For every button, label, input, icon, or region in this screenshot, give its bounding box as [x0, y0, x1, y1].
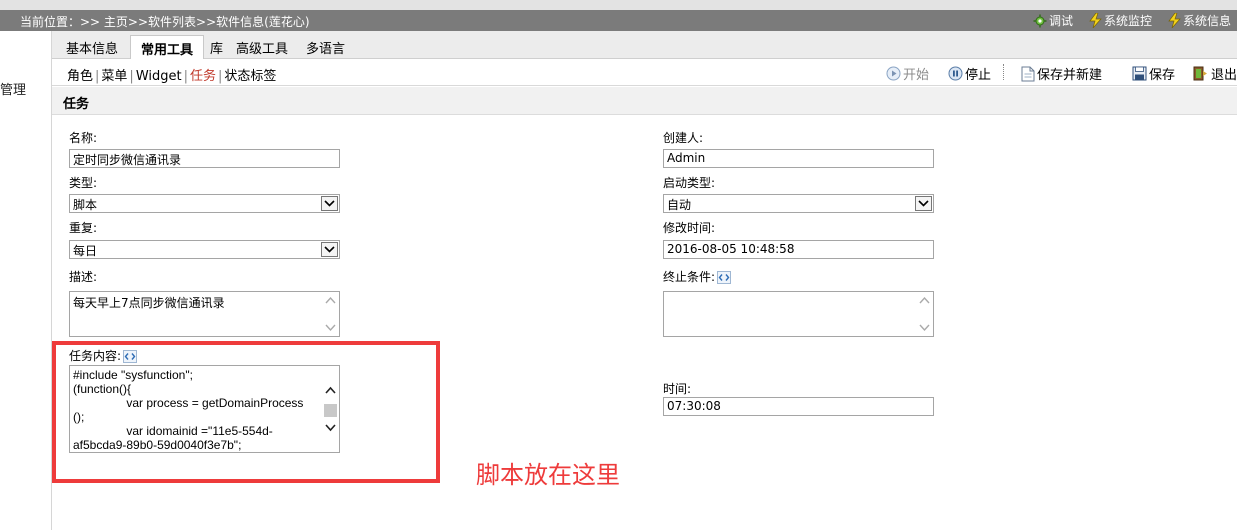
code-edit-icon[interactable]: [717, 271, 732, 284]
type-select[interactable]: 脚本: [69, 194, 340, 213]
exit-label: 退出: [1211, 68, 1237, 83]
type-select-value: 脚本: [73, 198, 98, 212]
exit-button[interactable]: 退出: [1193, 64, 1237, 83]
toolbar-divider: [1003, 64, 1004, 80]
name-input[interactable]: 定时同步微信通讯录: [69, 149, 340, 168]
pause-icon: [948, 66, 963, 81]
tab-advanced-tools[interactable]: 高级工具: [236, 38, 288, 57]
modified-time-label: 修改时间:: [663, 221, 716, 235]
end-condition-textarea[interactable]: [663, 291, 934, 337]
start-button[interactable]: 开始: [886, 64, 929, 83]
type-label: 类型:: [69, 176, 98, 190]
annotation-text: 脚本放在这里: [476, 461, 620, 489]
repeat-label: 重复:: [69, 221, 98, 235]
debug-link[interactable]: 调试: [1033, 12, 1073, 29]
breadcrumb: 当前位置：>> 主页>>软件列表>>软件信息(莲花心): [20, 15, 310, 29]
system-monitor-link[interactable]: 系统监控: [1089, 12, 1152, 29]
sidebar: 管理: [0, 31, 52, 530]
name-label: 名称:: [69, 131, 98, 145]
start-type-value: 自动: [667, 198, 692, 212]
scroll-up-icon[interactable]: [919, 296, 930, 305]
start-type-select[interactable]: 自动: [663, 194, 934, 213]
debug-gear-icon: [1033, 14, 1047, 27]
time-label: 时间:: [663, 382, 692, 396]
system-monitor-label: 系统监控: [1103, 14, 1152, 28]
chevron-down-icon[interactable]: [321, 242, 338, 257]
save-label: 保存: [1149, 68, 1176, 83]
tab-basic-info[interactable]: 基本信息: [66, 38, 118, 57]
scroll-down-icon[interactable]: [325, 323, 336, 332]
exit-door-icon: [1193, 66, 1207, 81]
stop-button[interactable]: 停止: [948, 64, 991, 83]
repeat-select-value: 每日: [73, 244, 98, 258]
new-document-icon: [1021, 66, 1035, 81]
repeat-select[interactable]: 每日: [69, 240, 340, 259]
tab-bar: 基本信息 常用工具 库 高级工具 多语言: [52, 31, 1237, 60]
description-textarea[interactable]: 每天早上7点同步微信通讯录: [69, 291, 340, 337]
description-scrollbar[interactable]: [322, 292, 339, 336]
save-and-new-label: 保存并新建: [1037, 68, 1103, 83]
start-label: 开始: [903, 68, 930, 83]
scroll-up-icon[interactable]: [325, 296, 336, 305]
play-icon: [886, 66, 901, 81]
tab-library[interactable]: 库: [210, 38, 223, 57]
save-and-new-button[interactable]: 保存并新建: [1021, 64, 1102, 83]
sidebar-item-manage[interactable]: 管理: [0, 79, 26, 98]
description-text: 每天早上7点同步微信通讯录: [73, 296, 225, 310]
stop-label: 停止: [965, 68, 992, 83]
save-icon: [1132, 66, 1147, 81]
debug-label: 调试: [1048, 14, 1073, 28]
description-label: 描述:: [69, 270, 98, 284]
system-info-label: 系统信息: [1182, 14, 1231, 28]
header-actions: 调试 系统监控 系统信息: [1017, 12, 1231, 29]
section-title: 任务: [63, 97, 90, 112]
system-info-link[interactable]: 系统信息: [1168, 12, 1231, 29]
end-condition-label: 终止条件:: [663, 268, 732, 285]
lightning-icon: [1168, 13, 1181, 28]
sub-navigation: 角色|菜单|Widget|任务|状态标签 开始 停止 保存并新建: [52, 59, 1237, 86]
header-bar: 当前位置：>> 主页>>软件列表>>软件信息(莲花心) 调试 系统监控 系统信息: [0, 10, 1237, 31]
chevron-down-icon[interactable]: [915, 196, 932, 211]
tab-common-tools[interactable]: 常用工具: [130, 35, 205, 60]
modified-time-input[interactable]: 2016-08-05 10:48:58: [663, 240, 934, 259]
tab-multi-language[interactable]: 多语言: [306, 38, 345, 57]
creator-input[interactable]: Admin: [663, 149, 934, 168]
scroll-down-icon[interactable]: [919, 323, 930, 332]
start-type-label: 启动类型:: [663, 176, 716, 190]
annotation-highlight-box: [52, 341, 440, 483]
creator-label: 创建人:: [663, 131, 704, 145]
end-condition-scrollbar[interactable]: [916, 292, 933, 336]
time-input[interactable]: 07:30:08: [663, 397, 934, 416]
save-button[interactable]: 保存: [1132, 64, 1175, 83]
toolbar: 开始 停止 保存并新建 保存 退出: [52, 59, 1237, 86]
chevron-down-icon[interactable]: [321, 196, 338, 211]
window-top-strip: [0, 0, 1237, 10]
lightning-icon: [1089, 13, 1102, 28]
section-header: 任务: [52, 87, 1237, 115]
